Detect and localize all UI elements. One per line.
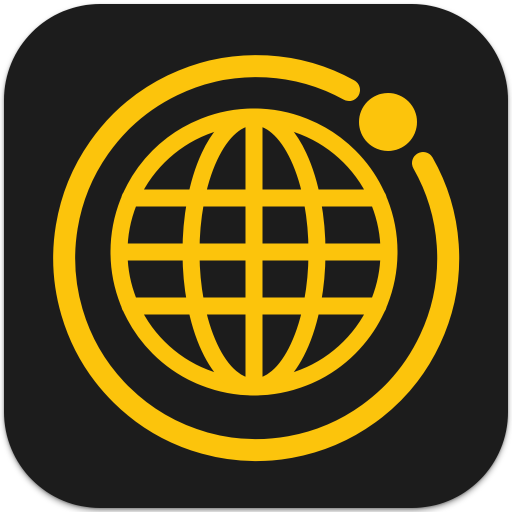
globe-orbit-icon [53,55,460,462]
app-icon-stage [0,0,512,512]
app-icon[interactable] [4,4,508,508]
globe-icon [110,108,398,396]
satellite-dot-icon [359,93,417,151]
